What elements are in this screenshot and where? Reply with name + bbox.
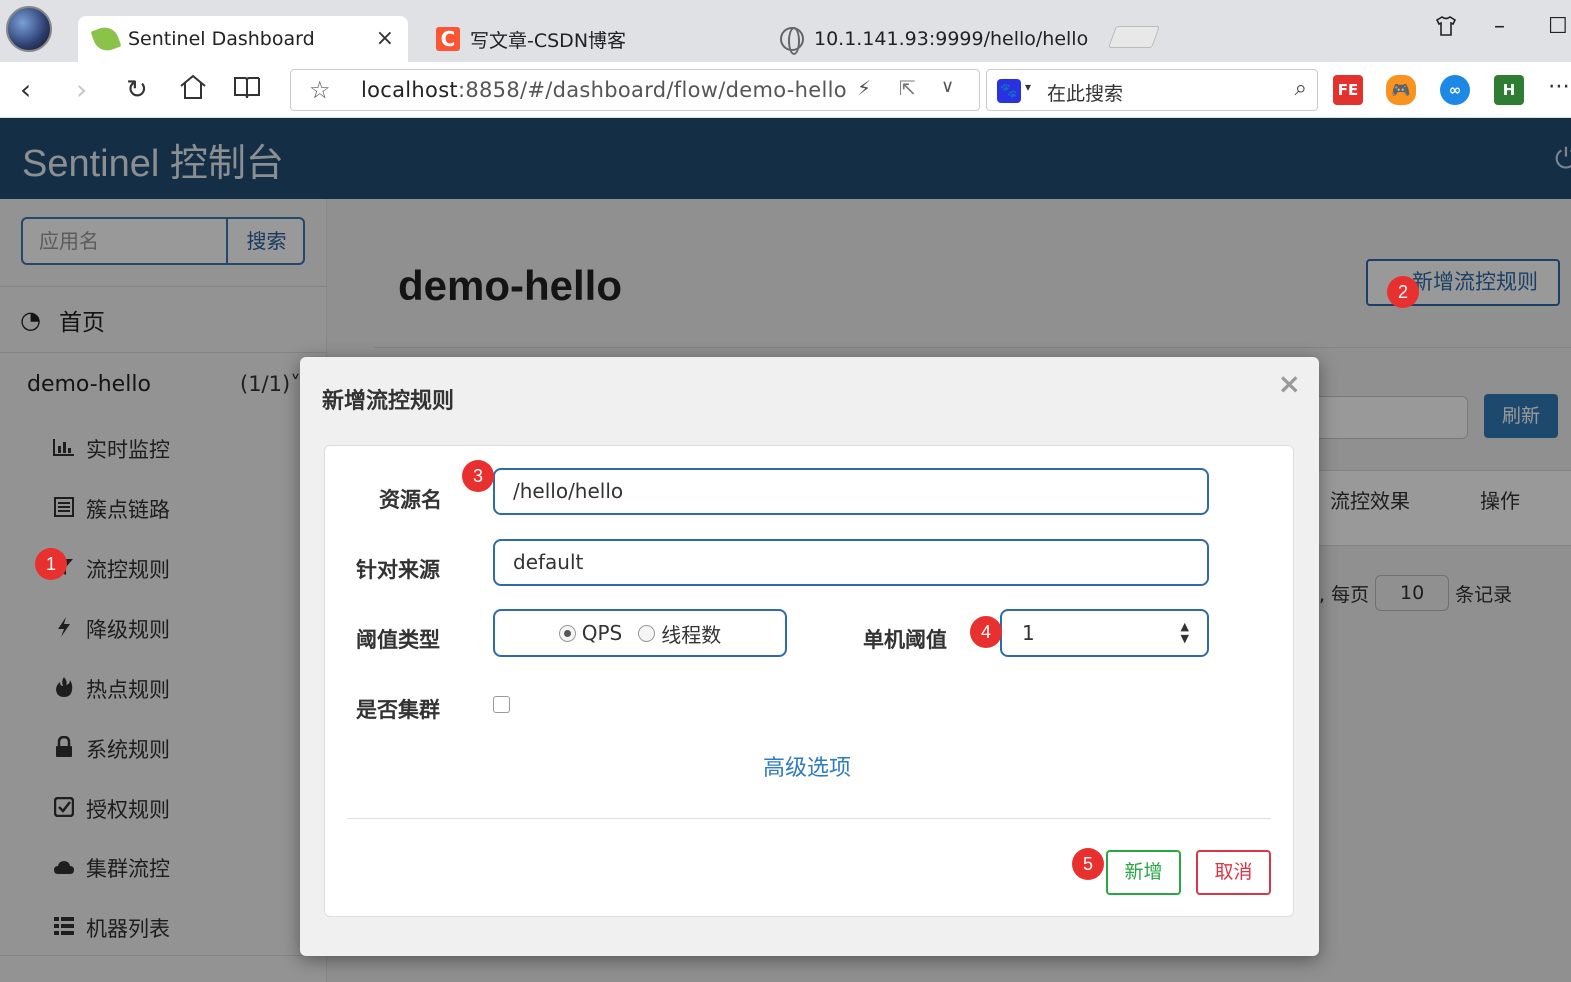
tab-title: 10.1.141.93:9999/hello/hello (814, 28, 1089, 50)
reload-icon[interactable]: ↻ (126, 72, 148, 108)
tab-title: 写文章-CSDN博客 (470, 29, 627, 52)
forward-icon[interactable]: › (76, 72, 87, 108)
grade-option-thread[interactable]: 线程数 (638, 619, 721, 648)
browser-search-box[interactable]: 🐾 ▾ 在此搜索 ⌕ (986, 69, 1318, 111)
grade-radio-group: QPS 线程数 (493, 609, 787, 657)
gamepad-extension-icon[interactable]: 🎮 (1386, 75, 1416, 105)
resource-input[interactable]: /hello/hello (493, 468, 1209, 515)
maximize-icon[interactable]: ☐ (1548, 14, 1568, 39)
more-icon[interactable]: ⋯ (1548, 74, 1570, 99)
dialog-title: 新增流控规则 (322, 389, 455, 414)
annotation-badge: 3 (462, 460, 494, 492)
url-text[interactable]: localhost:8858/#/dashboard/flow/demo-hel… (361, 78, 847, 102)
threshold-label: 单机阈值 (863, 628, 947, 652)
reading-mode-icon[interactable] (232, 72, 262, 111)
divider (347, 818, 1271, 819)
search-icon[interactable]: ⌕ (1295, 76, 1307, 101)
fe-extension-icon[interactable]: FE (1333, 75, 1363, 105)
radio-unselected[interactable] (638, 624, 656, 642)
threshold-value: 1 (1022, 621, 1035, 645)
url-host: localhost (361, 78, 458, 102)
annotation-badge: 5 (1072, 848, 1104, 880)
chevron-down-icon[interactable]: ∨ (941, 76, 954, 97)
annotation-badge: 1 (35, 548, 67, 580)
new-tab-button[interactable] (1107, 26, 1161, 48)
close-icon[interactable]: × (1278, 367, 1301, 400)
address-bar[interactable]: ☆ localhost:8858/#/dashboard/flow/demo-h… (290, 69, 980, 111)
minimize-icon[interactable]: – (1494, 14, 1505, 39)
home-icon[interactable] (178, 72, 208, 111)
tab-sentinel-dashboard[interactable]: Sentinel Dashboard × (78, 16, 408, 62)
radio-selected[interactable] (558, 624, 576, 642)
tab-close-icon[interactable]: × (376, 26, 394, 51)
browser-tab-bar: Sentinel Dashboard × C 写文章-CSDN博客 10.1.1… (0, 0, 1571, 62)
tab-csdn[interactable]: C 写文章-CSDN博客 (420, 16, 760, 62)
tab-hello[interactable]: 10.1.141.93:9999/hello/hello (766, 16, 1106, 62)
infinity-extension-icon[interactable]: ∞ (1440, 75, 1470, 105)
spinner-arrows-icon[interactable]: ▲ ▼ (1181, 621, 1189, 645)
search-placeholder: 在此搜索 (1047, 83, 1124, 105)
h-extension-icon[interactable]: H (1494, 75, 1524, 105)
threshold-input[interactable]: 1 ▲ ▼ (1000, 609, 1209, 657)
rule-form: 资源名 /hello/hello 针对来源 default 阈值类型 QPS 线… (324, 445, 1294, 917)
cluster-checkbox[interactable] (493, 696, 510, 713)
share-icon[interactable]: ⇱ (899, 76, 916, 100)
user-avatar[interactable] (6, 6, 52, 52)
radio-label: QPS (581, 621, 623, 645)
save-button[interactable]: 新增 (1106, 850, 1181, 895)
leaf-icon (90, 23, 122, 55)
lightning-icon[interactable]: ⚡ (857, 76, 871, 100)
annotation-badge: 4 (970, 616, 1002, 648)
url-path: :8858/#/dashboard/flow/demo-hello (457, 78, 847, 102)
cluster-label: 是否集群 (356, 698, 440, 722)
origin-input[interactable]: default (493, 539, 1209, 586)
origin-label: 针对来源 (356, 558, 440, 582)
browser-nav-bar: ‹ › ↻ ☆ localhost:8858/#/dashboard/flow/… (0, 62, 1571, 118)
grade-option-qps[interactable]: QPS (558, 621, 623, 645)
globe-icon (780, 27, 804, 55)
add-flow-rule-dialog: 新增流控规则 × 资源名 /hello/hello 针对来源 default 阈… (300, 357, 1319, 956)
tab-title: Sentinel Dashboard (128, 28, 315, 50)
resource-label: 资源名 (379, 488, 442, 512)
shirt-icon[interactable] (1434, 14, 1458, 44)
csdn-icon: C (436, 27, 460, 51)
cancel-button[interactable]: 取消 (1196, 850, 1271, 895)
star-icon[interactable]: ☆ (309, 76, 331, 104)
grade-label: 阈值类型 (356, 628, 440, 652)
advanced-options-link[interactable]: 高级选项 (763, 750, 851, 782)
back-icon[interactable]: ‹ (20, 72, 31, 108)
annotation-badge: 2 (1387, 276, 1419, 308)
caret-down-icon[interactable]: ▾ (1025, 80, 1031, 94)
baidu-icon[interactable]: 🐾 (997, 79, 1021, 103)
radio-label: 线程数 (661, 622, 722, 647)
